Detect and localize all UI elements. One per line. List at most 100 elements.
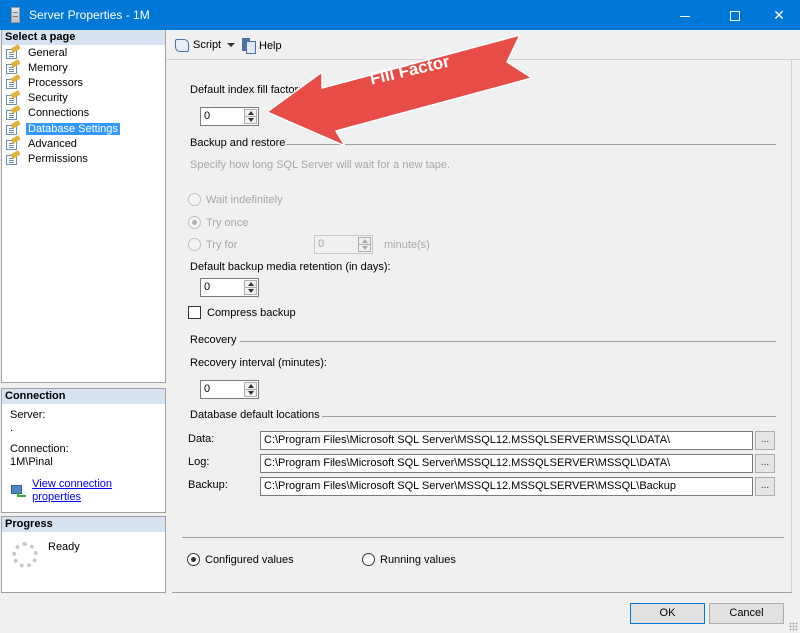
page-wizard-icon [6, 150, 21, 166]
configured-values-label: Configured values [205, 553, 294, 566]
page-wizard-icon [6, 89, 21, 105]
help-label: Help [259, 39, 282, 52]
sidebar-item-general[interactable]: General [2, 44, 165, 60]
toolbar: Script Help [167, 30, 800, 60]
radio-icon [188, 193, 201, 206]
backup-restore-title: Backup and restore [190, 137, 286, 149]
radio-icon [362, 553, 375, 566]
wait-indefinitely-radio[interactable]: Wait indefinitely [188, 193, 283, 206]
data-location-label: Data: [188, 433, 215, 445]
sidebar-item-memory[interactable]: Memory [2, 59, 165, 75]
log-location-input[interactable]: C:\Program Files\Microsoft SQL Server\MS… [260, 454, 753, 473]
sidebar-item-database-settings[interactable]: Database Settings [2, 120, 165, 136]
select-page-header: Select a page [2, 30, 165, 45]
minimize-icon [680, 15, 690, 17]
help-icon [242, 38, 256, 54]
resize-grip-icon[interactable] [789, 622, 798, 631]
connection-panel: Connection Server: . Connection: 1M\Pina… [1, 388, 166, 513]
try-for-spinner[interactable] [358, 237, 371, 252]
fill-factor-spinner[interactable] [244, 109, 257, 124]
spin-down-icon [248, 391, 254, 395]
try-for-label: Try for [206, 238, 238, 251]
sidebar-item-label: Security [28, 92, 68, 105]
fill-factor-input[interactable]: 0 [200, 107, 259, 126]
recovery-interval-label: Recovery interval (minutes): [190, 357, 327, 369]
close-button[interactable]: ✕ [756, 0, 800, 30]
try-for-minutes-input[interactable]: 0 [314, 235, 373, 254]
page-wizard-icon [6, 74, 21, 90]
recovery-interval-input[interactable]: 0 [200, 380, 259, 399]
sidebar-item-advanced[interactable]: Advanced [2, 135, 165, 151]
page-wizard-icon [6, 120, 21, 136]
sidebar-item-label: Connections [28, 107, 90, 120]
script-dropdown-icon[interactable] [227, 43, 236, 47]
compress-backup-label: Compress backup [207, 306, 296, 319]
connection-properties-icon [11, 484, 26, 498]
backup-location-input[interactable]: C:\Program Files\Microsoft SQL Server\MS… [260, 477, 753, 496]
try-for-value: 0 [318, 238, 325, 250]
page-wizard-icon [6, 135, 21, 151]
maximize-button[interactable] [712, 0, 758, 30]
recovery-divider [240, 341, 776, 342]
progress-status: Ready [48, 541, 80, 553]
sidebar-item-connections[interactable]: Connections [2, 104, 165, 121]
sidebar-item-label: General [28, 46, 68, 59]
wait-indefinitely-label: Wait indefinitely [206, 193, 283, 206]
try-once-radio[interactable]: Try once [188, 216, 248, 229]
retention-label: Default backup media retention (in days)… [190, 261, 391, 273]
spin-up-icon [362, 239, 368, 243]
data-location-browse-button[interactable]: ... [755, 431, 775, 450]
view-connection-properties-link[interactable]: View connection properties [32, 478, 157, 504]
progress-panel: Progress Ready [1, 516, 166, 593]
locations-divider [322, 416, 776, 417]
script-icon [173, 38, 190, 52]
connection-value: 1M\Pinal [10, 456, 53, 468]
fill-factor-value: 0 [204, 110, 211, 122]
radio-icon [188, 216, 201, 229]
window-title: Server Properties - 1M [29, 8, 150, 22]
log-location-browse-button[interactable]: ... [755, 454, 775, 473]
sidebar-item-label: Permissions [28, 152, 88, 165]
minimize-button[interactable] [662, 0, 708, 30]
connection-label: Connection: [10, 443, 69, 455]
maximize-icon [730, 11, 740, 22]
data-location-input[interactable]: C:\Program Files\Microsoft SQL Server\MS… [260, 431, 753, 450]
spin-down-icon [248, 118, 254, 122]
sidebar-item-label: Memory [28, 61, 68, 74]
sidebar-item-permissions[interactable]: Permissions [2, 150, 165, 166]
compress-backup-checkbox[interactable]: Compress backup [188, 306, 296, 319]
backup-hint: Specify how long SQL Server will wait fo… [190, 159, 451, 171]
sidebar-item-security[interactable]: Security [2, 89, 165, 106]
recovery-interval-spinner[interactable] [244, 382, 257, 397]
script-button[interactable]: Script [173, 38, 241, 52]
spin-up-icon [248, 111, 254, 115]
page-wizard-icon [6, 44, 21, 60]
ok-button[interactable]: OK [630, 603, 705, 624]
title-bar: Server Properties - 1M ✕ [0, 0, 800, 30]
spin-up-icon [248, 384, 254, 388]
sidebar-item-label: Processors [28, 76, 84, 89]
fill-factor-label: Default index fill factor: [190, 84, 302, 96]
page-list: General Memory Processors Security Conne… [2, 44, 165, 167]
retention-value: 0 [204, 281, 211, 293]
radio-icon [188, 238, 201, 251]
sidebar-item-processors[interactable]: Processors [2, 74, 165, 90]
progress-header: Progress [2, 517, 165, 532]
spin-down-icon [248, 289, 254, 293]
try-for-unit: minute(s) [384, 239, 430, 251]
backup-location-browse-button[interactable]: ... [755, 477, 775, 496]
log-location-label: Log: [188, 456, 210, 468]
try-for-radio[interactable]: Try for [188, 238, 237, 251]
page-wizard-icon [6, 104, 21, 120]
view-connection-properties[interactable]: View connection properties [11, 478, 157, 504]
cancel-button[interactable]: Cancel [709, 603, 784, 624]
configured-values-radio[interactable]: Configured values [187, 553, 294, 566]
sidebar-item-label: Advanced [28, 137, 77, 150]
retention-input[interactable]: 0 [200, 278, 259, 297]
running-values-radio[interactable]: Running values [362, 553, 456, 566]
backup-location-label: Backup: [188, 479, 228, 491]
server-icon [11, 7, 20, 23]
help-button[interactable]: Help [242, 38, 282, 54]
try-once-label: Try once [206, 216, 249, 229]
retention-spinner[interactable] [244, 280, 257, 295]
